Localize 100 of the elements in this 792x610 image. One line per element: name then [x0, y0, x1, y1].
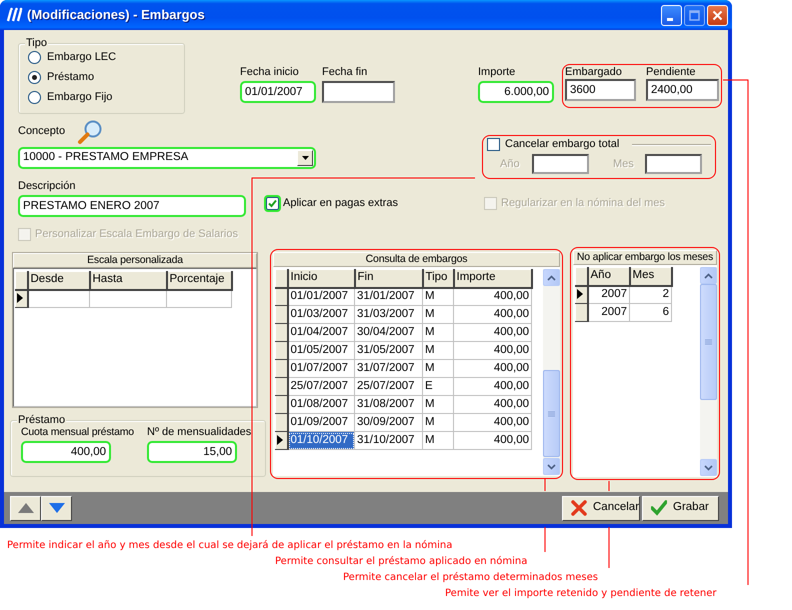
- field-label: Nº de mensualidades: [147, 426, 252, 440]
- panel-title: Consulta de embargos: [273, 252, 560, 267]
- scroll-down-icon[interactable]: [704, 464, 713, 470]
- scroll-up-icon[interactable]: [547, 274, 556, 280]
- table-cell: E: [422, 378, 454, 396]
- column-header[interactable]: Fin: [354, 270, 422, 288]
- row-selector[interactable]: [276, 378, 288, 396]
- close-button[interactable]: [707, 4, 728, 26]
- field-label: Embargado: [565, 66, 623, 79]
- cancel-button[interactable]: Cancelar: [562, 496, 640, 520]
- field-label: Cuota mensual préstamo: [21, 426, 135, 440]
- radio-button[interactable]: [28, 50, 41, 64]
- scrollbar[interactable]: [543, 269, 560, 475]
- field-label: Mes: [613, 158, 635, 170]
- scroll-down-icon[interactable]: [547, 464, 556, 470]
- table-cell: 2007: [588, 304, 630, 322]
- leader-line: [608, 526, 610, 568]
- row-selector[interactable]: [576, 304, 588, 322]
- table-cell[interactable]: [90, 290, 166, 308]
- scrollbar[interactable]: [700, 267, 717, 476]
- checkbox[interactable]: [487, 138, 500, 151]
- up-triangle-icon: [18, 503, 34, 513]
- date-field[interactable]: 01/01/2007: [240, 81, 316, 103]
- amount-field[interactable]: 400,00: [21, 441, 111, 464]
- row-selector[interactable]: [276, 432, 288, 450]
- table-cell: 25/07/2007: [288, 378, 354, 396]
- column-header[interactable]: Inicio: [288, 270, 354, 288]
- column-header[interactable]: Desde: [28, 272, 90, 290]
- table-cell: 400,00: [454, 324, 532, 342]
- table-cell: 01/03/2007: [288, 306, 354, 324]
- row-selector[interactable]: [276, 306, 288, 324]
- column-header[interactable]: Importe: [454, 270, 532, 288]
- text-field[interactable]: PRESTAMO ENERO 2007: [18, 195, 246, 217]
- date-field[interactable]: [322, 81, 395, 103]
- table-cell[interactable]: [166, 290, 232, 308]
- table-cell: M: [422, 324, 454, 342]
- table-cell: M: [422, 342, 454, 360]
- window-title: (Modificaciones) - Embargos: [27, 7, 206, 23]
- column-header[interactable]: Mes: [630, 268, 672, 286]
- maximize-button[interactable]: [684, 4, 705, 26]
- field-label: Año: [500, 158, 521, 170]
- row-pointer-icon: [276, 434, 284, 446]
- row-selector-header: [276, 270, 288, 288]
- previous-button[interactable]: [10, 496, 41, 520]
- table-cell: 400,00: [454, 378, 532, 396]
- column-header[interactable]: Hasta: [90, 272, 166, 290]
- row-selector[interactable]: [276, 396, 288, 414]
- row-selector[interactable]: [276, 360, 288, 378]
- row-selector[interactable]: [276, 342, 288, 360]
- save-button[interactable]: Grabar: [642, 496, 719, 520]
- table-cell: M: [422, 396, 454, 414]
- checkbox-label: Cancelar embargo total: [505, 138, 620, 151]
- table-cell: 6: [630, 304, 672, 322]
- annotation-text: Pemite ver el importe retenido y pendiente de retener: [445, 587, 716, 601]
- table-cell: 01/05/2007: [288, 342, 354, 360]
- table-cell: 31/03/2007: [354, 306, 422, 324]
- table-cell: M: [422, 360, 454, 378]
- scroll-up-icon[interactable]: [704, 272, 713, 278]
- table-cell[interactable]: [28, 290, 90, 308]
- checkbox[interactable]: [266, 197, 279, 210]
- search-icon[interactable]: [77, 118, 104, 144]
- annotation-text: Permite consultar el préstamo aplicado en nómina: [275, 555, 528, 569]
- column-header[interactable]: Tipo: [422, 270, 454, 288]
- next-button[interactable]: [41, 496, 72, 520]
- row-selector[interactable]: [276, 414, 288, 432]
- field-label: Importe: [478, 66, 516, 79]
- table-cell: M: [422, 432, 454, 450]
- panel-title: No aplicar embargo los meses: [573, 250, 717, 265]
- minimize-button[interactable]: [661, 4, 682, 26]
- radio-button[interactable]: [28, 90, 41, 104]
- field-label: Fecha inicio: [240, 66, 300, 79]
- scroll-thumb[interactable]: [700, 284, 717, 400]
- dropdown-field[interactable]: 10000 - PRESTAMO EMPRESA: [18, 147, 316, 169]
- amount-field[interactable]: 3600: [565, 79, 636, 101]
- table-cell: M: [422, 288, 454, 306]
- radio-button[interactable]: [28, 70, 41, 84]
- amount-field[interactable]: 15,00: [147, 441, 237, 464]
- table-cell: 31/10/2007: [354, 432, 422, 450]
- table-cell: M: [422, 306, 454, 324]
- table-cell: 01/04/2007: [288, 324, 354, 342]
- dropdown-value: 10000 - PRESTAMO EMPRESA: [23, 151, 190, 165]
- row-selector[interactable]: [276, 324, 288, 342]
- close-icon: [712, 10, 723, 20]
- table-cell: 400,00: [454, 432, 532, 450]
- radio-label: Embargo LEC: [47, 50, 116, 64]
- column-header[interactable]: Porcentaje: [166, 272, 232, 290]
- scroll-thumb[interactable]: [543, 370, 560, 457]
- dropdown-button[interactable]: [297, 150, 313, 166]
- row-selector-header: [16, 272, 28, 290]
- table-cell: 01/01/2007: [288, 288, 354, 306]
- amount-field[interactable]: 2400,00: [646, 79, 719, 101]
- radio-label: Embargo Fijo: [47, 90, 112, 104]
- table-cell: 2007: [588, 286, 630, 304]
- table-cell: 400,00: [454, 360, 532, 378]
- minimize-icon: [667, 18, 673, 20]
- column-header[interactable]: Año: [588, 268, 630, 286]
- table-cell: 400,00: [454, 414, 532, 432]
- cross-icon: [571, 500, 587, 516]
- checkbox-label: Regularizar en la nómina del mes: [501, 197, 665, 210]
- amount-field[interactable]: 6.000,00: [478, 81, 554, 103]
